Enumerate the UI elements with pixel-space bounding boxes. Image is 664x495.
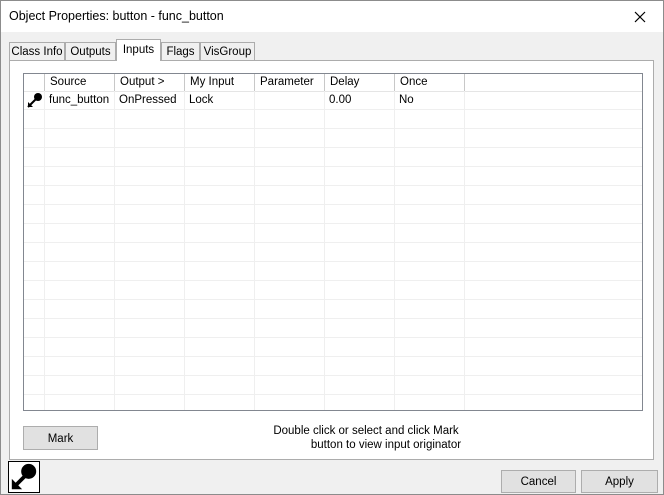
- apply-button[interactable]: Apply: [581, 470, 658, 493]
- tab-visgroup[interactable]: VisGroup: [200, 42, 255, 60]
- header-output[interactable]: Output >: [115, 74, 185, 91]
- header-once[interactable]: Once: [395, 74, 465, 91]
- cell-once: No: [399, 94, 414, 106]
- table-row: [24, 243, 642, 262]
- mark-button[interactable]: Mark: [23, 426, 98, 450]
- cancel-button[interactable]: Cancel: [501, 470, 576, 493]
- list-header: Source Output > My Input Parameter Delay…: [24, 74, 642, 92]
- cell-source: func_button: [49, 94, 110, 106]
- table-row: [24, 167, 642, 186]
- hint-line-1: Double click or select and click Mark: [273, 425, 459, 437]
- table-row: [24, 281, 642, 300]
- table-row: [24, 224, 642, 243]
- table-row: [24, 205, 642, 224]
- hint-text: Double click or select and click Mark bu…: [231, 424, 501, 452]
- table-row: [24, 376, 642, 395]
- close-button[interactable]: [617, 1, 663, 32]
- table-row: [24, 186, 642, 205]
- close-icon: [634, 11, 646, 22]
- header-source[interactable]: Source: [45, 74, 115, 91]
- header-delay[interactable]: Delay: [325, 74, 395, 91]
- tab-class-info[interactable]: Class Info: [9, 42, 65, 60]
- cell-delay: 0.00: [329, 94, 352, 106]
- entity-io-icon: [8, 461, 40, 493]
- header-icon-column[interactable]: [24, 74, 45, 91]
- tab-inputs[interactable]: Inputs: [116, 39, 161, 61]
- tab-flags[interactable]: Flags: [161, 42, 200, 60]
- table-row: [24, 129, 642, 148]
- arrow-icon: [27, 93, 42, 108]
- arrow-icon: [11, 463, 37, 490]
- header-parameter[interactable]: Parameter: [255, 74, 325, 91]
- hint-line-2: button to view input originator: [310, 439, 462, 451]
- table-row: [24, 110, 642, 129]
- table-row[interactable]: func_button OnPressed Lock 0.00 No: [24, 91, 642, 110]
- window-title: Object Properties: button - func_button: [9, 9, 224, 23]
- inputs-list[interactable]: Source Output > My Input Parameter Delay…: [23, 73, 643, 411]
- cell-my-input: Lock: [189, 94, 214, 106]
- header-my-input[interactable]: My Input: [185, 74, 255, 91]
- table-row: [24, 395, 642, 410]
- cell-output: OnPressed: [119, 94, 177, 106]
- object-properties-window: Object Properties: button - func_button …: [0, 0, 664, 495]
- cell-parameter: [255, 91, 325, 110]
- tab-outputs[interactable]: Outputs: [65, 42, 116, 60]
- table-row: [24, 300, 642, 319]
- table-row: [24, 357, 642, 376]
- table-row: [24, 338, 642, 357]
- table-row: [24, 148, 642, 167]
- title-bar[interactable]: Object Properties: button - func_button: [1, 1, 663, 32]
- table-row: [24, 262, 642, 281]
- table-row: [24, 319, 642, 338]
